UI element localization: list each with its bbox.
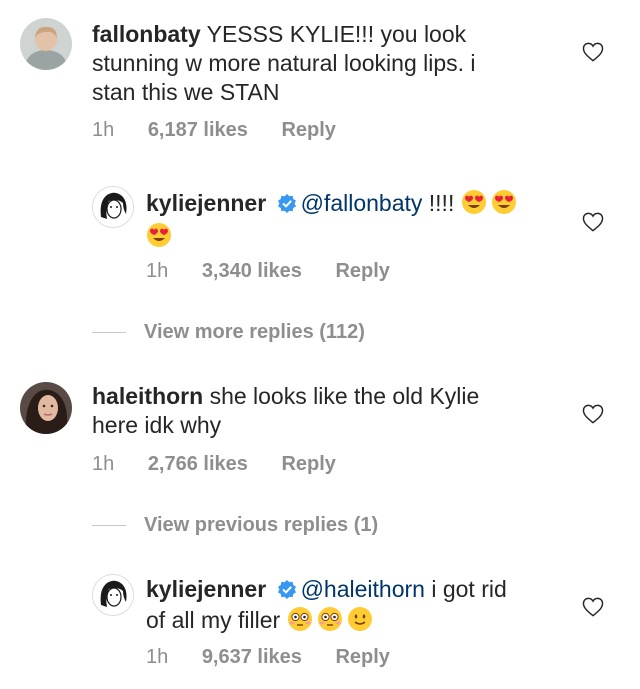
comment-text: haleithorn she looks like the old Kylie … (92, 383, 480, 438)
view-more-replies-button[interactable]: View more replies (112) (92, 320, 365, 344)
timestamp: 1h (146, 646, 169, 668)
likes-count[interactable]: 2,766 likes (148, 453, 248, 475)
username[interactable]: kyliejenner (146, 190, 266, 216)
heart-icon[interactable] (582, 404, 604, 429)
avatar-kyliejenner[interactable] (92, 574, 134, 616)
timestamp: 1h (146, 260, 169, 282)
timestamp: 1h (92, 453, 115, 475)
slight-smile-emoji (347, 606, 373, 639)
reply-button[interactable]: Reply (281, 453, 335, 475)
reply-meta: 1h 3,340 likes Reply (146, 259, 418, 283)
username[interactable]: fallonbaty (92, 21, 201, 47)
reply-button[interactable]: Reply (281, 119, 335, 141)
mention-link[interactable]: @haleithorn (301, 576, 425, 602)
likes-count[interactable]: 9,637 likes (202, 646, 302, 668)
avatar-haleithorn[interactable] (20, 382, 72, 434)
verified-badge-icon (277, 191, 297, 220)
username[interactable]: kyliejenner (146, 576, 266, 602)
timestamp: 1h (92, 119, 115, 141)
avatar-kyliejenner[interactable] (92, 186, 134, 228)
heart-icon[interactable] (582, 212, 604, 237)
heart-eyes-emoji (146, 222, 172, 255)
comment-meta: 1h 6,187 likes Reply (92, 118, 364, 142)
likes-count[interactable]: 6,187 likes (148, 119, 248, 141)
avatar-fallonbaty[interactable] (20, 18, 72, 70)
reply-text: kyliejenner @fallonbaty !!!! (146, 189, 546, 255)
view-previous-replies-button[interactable]: View previous replies (1) (92, 513, 378, 537)
verified-badge-icon (277, 577, 297, 606)
comment-text: fallonbaty YESSS KYLIE!!! you look stunn… (92, 21, 476, 105)
mention-link[interactable]: @fallonbaty (301, 190, 423, 216)
divider-line (92, 525, 126, 527)
reply-meta: 1h 9,637 likes Reply (146, 645, 418, 669)
reply-button[interactable]: Reply (335, 646, 389, 668)
username[interactable]: haleithorn (92, 383, 203, 409)
likes-count[interactable]: 3,340 likes (202, 260, 302, 282)
heart-icon[interactable] (582, 597, 604, 622)
flushed-emoji (317, 606, 343, 639)
heart-eyes-emoji (461, 189, 487, 222)
divider-line (92, 332, 126, 334)
heart-eyes-emoji (491, 189, 517, 222)
flushed-emoji (287, 606, 313, 639)
heart-icon[interactable] (582, 42, 604, 67)
reply-text: kyliejenner @haleithorn i got rid of all… (146, 575, 566, 639)
comment-meta: 1h 2,766 likes Reply (92, 452, 364, 476)
reply-button[interactable]: Reply (335, 260, 389, 282)
